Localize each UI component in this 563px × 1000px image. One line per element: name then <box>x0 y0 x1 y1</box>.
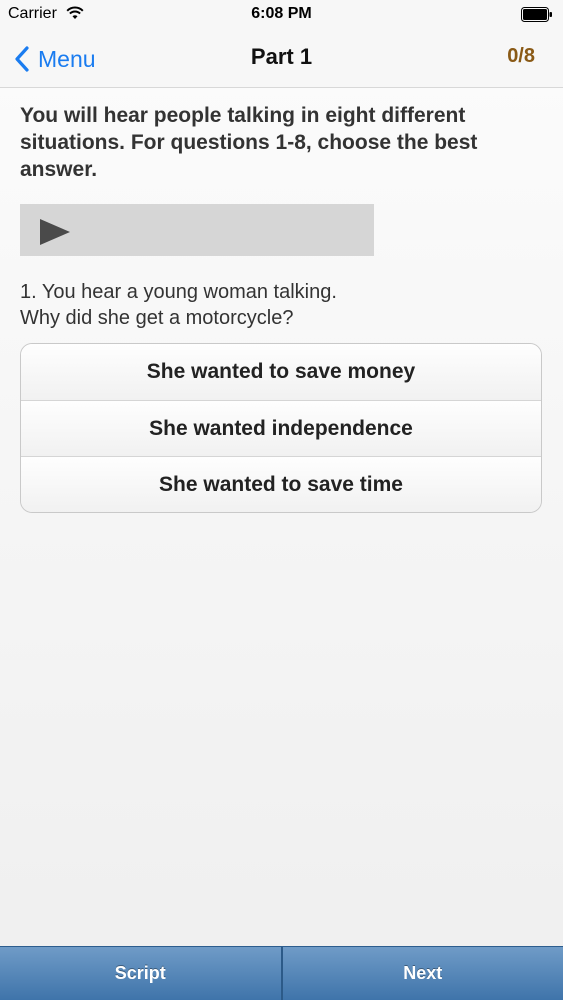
answer-options: She wanted to save money She wanted inde… <box>20 343 542 513</box>
answer-option-independence[interactable]: She wanted independence <box>21 400 541 456</box>
quiz-screen: Carrier 6:08 PM Menu Part 1 0/8 You will… <box>0 0 563 1000</box>
audio-play-button[interactable] <box>20 204 374 256</box>
status-bar: Carrier 6:08 PM <box>0 0 563 30</box>
script-button[interactable]: Script <box>0 947 281 1000</box>
instructions-text: You will hear people talking in eight di… <box>20 104 478 181</box>
question-text: 1. You hear a young woman talking. Why d… <box>20 279 540 331</box>
next-button[interactable]: Next <box>283 947 563 1000</box>
play-icon <box>40 219 70 245</box>
navigation-bar: Menu Part 1 0/8 <box>0 30 563 88</box>
answer-option-save-time[interactable]: She wanted to save time <box>21 456 541 512</box>
page-title: Part 1 <box>250 44 313 69</box>
question-line-2: Why did she get a motorcycle? <box>20 307 294 329</box>
status-time: 6:08 PM <box>251 5 312 22</box>
question-line-1: 1. You hear a young woman talking. <box>20 281 337 303</box>
bottom-toolbar: Script Next <box>0 946 563 1000</box>
answer-option-save-money[interactable]: She wanted to save money <box>21 344 541 400</box>
score-counter: 0/8 <box>507 45 535 67</box>
battery-icon <box>521 7 552 22</box>
